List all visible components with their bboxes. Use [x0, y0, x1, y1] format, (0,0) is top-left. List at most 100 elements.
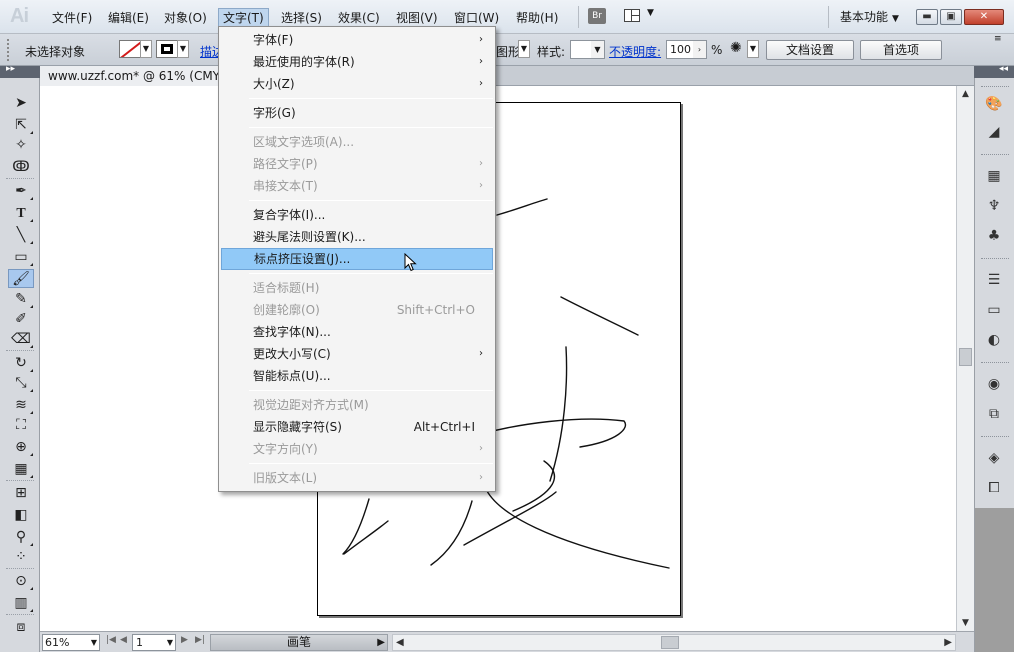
- menu-item-size[interactable]: 大小(Z) ›: [221, 73, 493, 95]
- vertical-scroll-thumb[interactable]: [959, 348, 972, 366]
- gradient-panel-icon[interactable]: ▭: [983, 300, 1005, 320]
- horizontal-scrollbar[interactable]: ◀ ▶: [392, 634, 956, 651]
- menu-item-threaded-text[interactable]: 串接文本(T) ›: [221, 175, 493, 197]
- menu-view[interactable]: 视图(V): [392, 8, 442, 28]
- menu-item-legacy-text[interactable]: 旧版文本(L) ›: [221, 467, 493, 489]
- opacity-input[interactable]: 100: [666, 40, 694, 59]
- bridge-button[interactable]: Br: [588, 8, 606, 24]
- swatches-icon[interactable]: ▦: [983, 166, 1005, 186]
- artboard-tool[interactable]: ⧈: [8, 618, 34, 637]
- fill-swatch[interactable]: [119, 40, 141, 58]
- stroke-panel-icon[interactable]: ☰: [983, 270, 1005, 290]
- shape-builder-tool[interactable]: ⊕: [8, 438, 34, 457]
- gradient-tool[interactable]: ◧: [8, 506, 34, 525]
- vertical-scrollbar[interactable]: ▲ ▼: [956, 86, 974, 631]
- menu-item-smart-punctuation[interactable]: 智能标点(U)...: [221, 365, 493, 387]
- next-artboard-icon[interactable]: ▶: [181, 635, 188, 645]
- menu-item-find-font[interactable]: 查找字体(N)...: [221, 321, 493, 343]
- horizontal-scroll-thumb[interactable]: [661, 636, 679, 649]
- menu-item-change-case[interactable]: 更改大小写(C) ›: [221, 343, 493, 365]
- menu-item-type-on-path[interactable]: 路径文字(P) ›: [221, 153, 493, 175]
- menu-item-font[interactable]: 字体(F) ›: [221, 29, 493, 51]
- menu-item-recent-fonts[interactable]: 最近使用的字体(R) ›: [221, 51, 493, 73]
- minimize-button[interactable]: ▬: [916, 9, 938, 25]
- panel-menu-icon[interactable]: ≡: [994, 34, 1002, 44]
- menu-window[interactable]: 窗口(W): [450, 8, 503, 28]
- graphic-styles-icon[interactable]: ⧉: [983, 404, 1005, 424]
- menu-object[interactable]: 对象(O): [160, 8, 211, 28]
- document-tab[interactable]: www.uzzf.com* @ 61% (CMYK/预览): [40, 66, 220, 86]
- menu-edit[interactable]: 编辑(E): [104, 8, 153, 28]
- eyedropper-tool[interactable]: ⚲: [8, 528, 34, 547]
- preferences-button[interactable]: 首选项: [860, 40, 942, 60]
- menu-item-area-type-options[interactable]: 区域文字选项(A)...: [221, 131, 493, 153]
- menu-help[interactable]: 帮助(H): [512, 8, 562, 28]
- type-tool[interactable]: T: [8, 204, 34, 223]
- selection-tool[interactable]: ➤: [8, 94, 34, 113]
- menu-item-type-orientation[interactable]: 文字方向(Y) ›: [221, 438, 493, 460]
- pencil-tool[interactable]: ✎: [8, 290, 34, 309]
- layers-icon[interactable]: ◈: [983, 448, 1005, 468]
- lasso-tool[interactable]: ↂ: [8, 158, 34, 177]
- menu-item-glyphs[interactable]: 字形(G): [221, 102, 493, 124]
- menu-select[interactable]: 选择(S): [277, 8, 326, 28]
- symbols-icon[interactable]: ♣: [983, 226, 1005, 246]
- artboards-icon[interactable]: ⧠: [983, 478, 1005, 498]
- scale-tool[interactable]: ⤡: [8, 374, 34, 393]
- symbol-sprayer-tool[interactable]: ⊙: [8, 572, 34, 591]
- opacity-link[interactable]: 不透明度:: [609, 43, 661, 60]
- menu-item-optical-margin-alignment[interactable]: 视觉边距对齐方式(M): [221, 394, 493, 416]
- column-graph-tool[interactable]: ▥: [8, 594, 34, 613]
- menu-item-fit-headline[interactable]: 适合标题(H): [221, 277, 493, 299]
- scroll-down-icon[interactable]: ▼: [957, 615, 974, 631]
- style-dropdown[interactable]: ▼: [591, 40, 605, 59]
- previous-artboard-icon[interactable]: ◀: [120, 635, 127, 645]
- free-transform-tool[interactable]: ⛶: [8, 416, 34, 435]
- mesh-tool[interactable]: ⊞: [8, 484, 34, 503]
- recolor-icon[interactable]: ✺: [730, 40, 742, 56]
- line-tool[interactable]: ╲: [8, 226, 34, 245]
- workspace-switcher[interactable]: 基本功能 ▼: [840, 8, 899, 25]
- style-swatch[interactable]: [570, 40, 592, 59]
- close-button[interactable]: ✕: [964, 9, 1004, 25]
- shape-dropdown[interactable]: ▼: [518, 40, 530, 58]
- menu-item-show-hidden-characters[interactable]: 显示隐藏字符(S) Alt+Ctrl+I: [221, 416, 493, 438]
- menu-item-mojikumi-settings[interactable]: 标点挤压设置(J)...: [221, 248, 493, 270]
- stroke-swatch[interactable]: [156, 40, 178, 58]
- menu-item-create-outlines[interactable]: 创建轮廓(O) Shift+Ctrl+O: [221, 299, 493, 321]
- blend-tool[interactable]: ⁘: [8, 548, 34, 567]
- right-dock-header[interactable]: ◂◂: [974, 64, 1014, 78]
- panel-grip[interactable]: [7, 39, 10, 61]
- maximize-button[interactable]: ▣: [940, 9, 962, 25]
- pen-tool[interactable]: ✒: [8, 182, 34, 201]
- magic-wand-tool[interactable]: ✧: [8, 136, 34, 155]
- opacity-dropdown[interactable]: ›: [693, 40, 707, 59]
- color-panel-icon[interactable]: 🎨: [983, 94, 1005, 114]
- tools-panel-header[interactable]: ▸▸: [0, 64, 40, 78]
- scroll-left-icon[interactable]: ◀: [396, 635, 404, 650]
- fill-dropdown[interactable]: ▼: [140, 40, 152, 58]
- transparency-icon[interactable]: ◐: [983, 330, 1005, 350]
- recolor-dropdown[interactable]: ▼: [747, 40, 759, 58]
- document-setup-button[interactable]: 文档设置: [766, 40, 854, 60]
- menu-item-composite-fonts[interactable]: 复合字体(I)...: [221, 204, 493, 226]
- zoom-select[interactable]: 61% ▼: [42, 634, 100, 651]
- arrange-documents-button[interactable]: ▼: [622, 8, 658, 24]
- blob-brush-tool[interactable]: ✐: [8, 310, 34, 329]
- appearance-icon[interactable]: ◉: [983, 374, 1005, 394]
- scroll-right-icon[interactable]: ▶: [944, 635, 952, 650]
- paintbrush-tool[interactable]: 🖌: [8, 269, 34, 288]
- last-artboard-icon[interactable]: ▶|: [195, 635, 205, 645]
- canvas[interactable]: [40, 86, 956, 631]
- menu-item-kinsoku-settings[interactable]: 避头尾法则设置(K)...: [221, 226, 493, 248]
- direct-selection-tool[interactable]: ⇱: [8, 116, 34, 135]
- eraser-tool[interactable]: ⌫: [8, 330, 34, 349]
- warp-tool[interactable]: ≋: [8, 396, 34, 415]
- rectangle-tool[interactable]: ▭: [8, 248, 34, 267]
- brushes-icon[interactable]: ♆: [983, 196, 1005, 216]
- current-tool-status[interactable]: 画笔 ▶: [210, 634, 388, 651]
- artboard-number-select[interactable]: 1 ▼: [132, 634, 176, 651]
- scroll-up-icon[interactable]: ▲: [957, 86, 974, 102]
- menu-file[interactable]: 文件(F): [48, 8, 96, 28]
- menu-text[interactable]: 文字(T): [218, 8, 269, 28]
